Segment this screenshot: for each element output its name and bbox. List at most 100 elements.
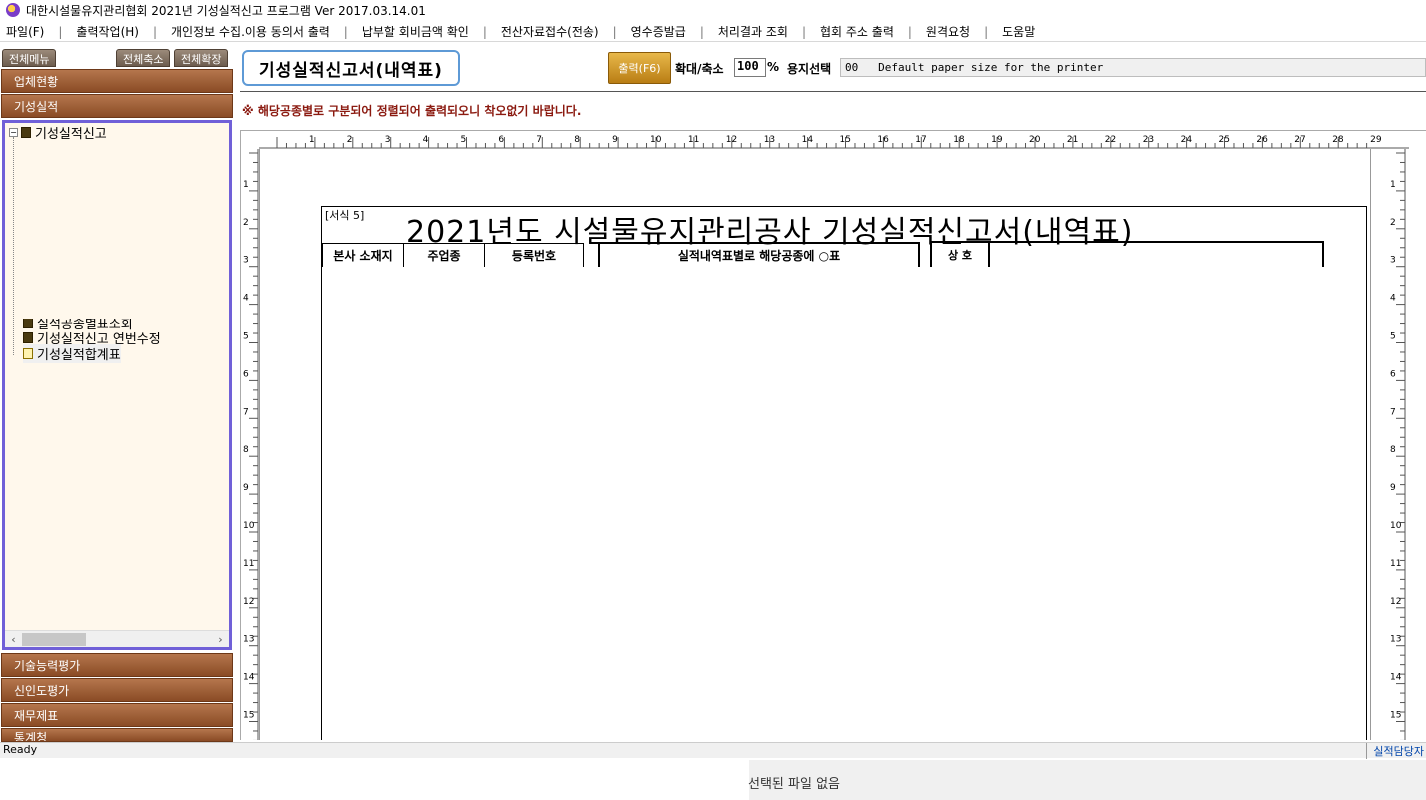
category-tech-capability[interactable]: 기술능력평가 bbox=[1, 653, 233, 677]
ruler-label: 2 bbox=[243, 218, 249, 228]
book-icon bbox=[21, 127, 31, 138]
ruler-label: 8 bbox=[1390, 445, 1396, 455]
ruler-label: 12 bbox=[726, 135, 737, 145]
category-company-status[interactable]: 업체현황 bbox=[1, 69, 233, 93]
ruler-label: 27 bbox=[1294, 135, 1305, 145]
menu-result-query[interactable]: 처리결과 조회 bbox=[718, 23, 788, 40]
ruler-label: 25 bbox=[1219, 135, 1230, 145]
ruler-label: 23 bbox=[1143, 135, 1154, 145]
ruler-label: 10 bbox=[243, 521, 255, 531]
horizontal-ruler: 1 2 3 4 5 6 7 8 9 10 11 12 13 14 15 16 17 18 19 20 21 22 23 24 2… bbox=[259, 135, 1409, 149]
category-statistics[interactable]: 통계청 bbox=[1, 728, 233, 742]
ruler-label: 10 bbox=[650, 135, 662, 145]
ruler-label: 7 bbox=[1390, 407, 1396, 417]
collapse-icon[interactable]: − bbox=[9, 128, 18, 137]
ruler-label: 1 bbox=[243, 180, 249, 190]
ruler-label: 4 bbox=[1390, 294, 1396, 304]
ruler-label: 10 bbox=[1390, 521, 1402, 531]
ruler-label: 9 bbox=[243, 483, 249, 493]
tree-node-label: 기성실적신고 bbox=[35, 127, 107, 142]
ruler-label: 12 bbox=[1390, 597, 1401, 607]
zoom-input[interactable]: 100 bbox=[734, 58, 766, 77]
form-cell: 주업종 bbox=[403, 243, 485, 267]
ruler-label: 26 bbox=[1256, 135, 1268, 145]
ruler-label: 22 bbox=[1105, 135, 1116, 145]
ruler-label: 11 bbox=[243, 559, 254, 569]
menu-remote-request[interactable]: 원격요청 bbox=[926, 23, 970, 40]
ruler-label: 7 bbox=[536, 135, 542, 145]
form-number: [서식 5] bbox=[325, 209, 365, 222]
divider bbox=[240, 91, 1426, 92]
book-icon bbox=[23, 319, 33, 328]
all-menu-tab[interactable]: 전체메뉴 bbox=[2, 49, 57, 67]
menu-help[interactable]: 도움말 bbox=[1002, 23, 1035, 40]
print-button[interactable]: 출력(F6) bbox=[608, 52, 671, 84]
document-icon bbox=[23, 348, 33, 359]
collapse-all-button[interactable]: 전체축소 bbox=[116, 49, 171, 67]
ruler-label: 13 bbox=[764, 135, 775, 145]
ruler-label: 11 bbox=[1390, 559, 1401, 569]
form-frame: [서식 5] 2021년도 시설물유지관리공사 기성실적신고서(내역표) 본사 … bbox=[321, 206, 1367, 740]
ruler-label: 8 bbox=[243, 445, 249, 455]
ruler-label: 19 bbox=[991, 135, 1003, 145]
ruler-label: 16 bbox=[877, 135, 889, 145]
ruler-label: 17 bbox=[915, 135, 926, 145]
ruler-label: 6 bbox=[243, 369, 249, 379]
menu-privacy-consent[interactable]: 개인정보 수집.이용 동의서 출력 bbox=[171, 23, 330, 40]
ruler-label: 8 bbox=[574, 135, 580, 145]
window-title: 대한시설물유지관리협회 2021년 기성실적신고 프로그램 Ver 2017.0… bbox=[26, 3, 426, 18]
tree-node-label: 기성실적합계표 bbox=[37, 348, 121, 363]
tree-node-item-selected[interactable]: 기성실적합계표 bbox=[23, 344, 121, 363]
category-performance[interactable]: 기성실적 bbox=[1, 94, 233, 118]
ruler-label: 15 bbox=[840, 135, 851, 145]
ruler-label: 6 bbox=[1390, 369, 1396, 379]
ruler-label: 28 bbox=[1332, 135, 1344, 145]
category-financial[interactable]: 재무제표 bbox=[1, 703, 233, 727]
preview-page: [서식 5] 2021년도 시설물유지관리공사 기성실적신고서(내역표) 본사 … bbox=[259, 149, 1371, 740]
ruler-label: 1 bbox=[309, 135, 315, 145]
tree-node-root[interactable]: − 기성실적신고 bbox=[9, 123, 107, 142]
form-cell: 상 호 bbox=[930, 241, 990, 267]
ruler-label: 4 bbox=[243, 294, 249, 304]
scroll-left-icon[interactable]: ‹ bbox=[5, 633, 22, 646]
menu-print-job[interactable]: 출력작업(H) bbox=[76, 23, 139, 40]
form-cell-blank bbox=[988, 241, 1324, 267]
zoom-unit: % bbox=[767, 60, 780, 74]
menu-address-print[interactable]: 협회 주소 출력 bbox=[820, 23, 894, 40]
menu-tree: − 기성실적신고 실적공종별표조회 기성실적신고 연번수정 기성실적합계표 ‹ … bbox=[2, 120, 232, 650]
menu-file[interactable]: 파일(F) bbox=[6, 23, 44, 40]
ruler-label: 12 bbox=[243, 597, 254, 607]
ruler-label: 9 bbox=[612, 135, 618, 145]
paper-label: 용지선택 bbox=[787, 62, 832, 76]
ruler-label: 3 bbox=[385, 135, 391, 145]
status-text: Ready bbox=[3, 743, 38, 756]
ruler-label: 5 bbox=[461, 135, 467, 145]
status-bar: Ready 실적담당자 bbox=[0, 742, 1426, 759]
ruler-label: 2 bbox=[1390, 218, 1396, 228]
menu-data-submit[interactable]: 전산자료접수(전송) bbox=[501, 23, 599, 40]
category-credibility[interactable]: 신인도평가 bbox=[1, 678, 233, 702]
ruler-label: 14 bbox=[243, 673, 255, 683]
ruler-label: 14 bbox=[802, 135, 814, 145]
scroll-right-icon[interactable]: › bbox=[212, 633, 229, 646]
expand-all-button[interactable]: 전체확장 bbox=[174, 49, 229, 67]
ruler-label: 5 bbox=[1390, 332, 1396, 342]
book-icon bbox=[23, 332, 33, 343]
notice-text: ※ 해당공종별로 구분되어 정렬되어 출력되오니 착오없기 바랍니다. bbox=[242, 104, 582, 118]
horizontal-scrollbar[interactable]: ‹ › bbox=[5, 630, 229, 647]
ruler-label: 15 bbox=[1390, 711, 1401, 721]
paper-select[interactable]: 00 Default paper size for the printer bbox=[840, 58, 1426, 77]
print-preview[interactable]: 1 2 3 4 5 6 7 8 9 10 11 12 13 14 15 16 17 18 19 20 21 22 23 24 2… bbox=[240, 130, 1426, 740]
ruler-label: 9 bbox=[1390, 483, 1396, 493]
menu-receipt[interactable]: 영수증발급 bbox=[631, 23, 686, 40]
ruler-label: 4 bbox=[423, 135, 429, 145]
ruler-label: 21 bbox=[1067, 135, 1078, 145]
status-user: 실적담당자 bbox=[1366, 743, 1426, 759]
scroll-thumb[interactable] bbox=[22, 633, 86, 646]
ruler-label: 18 bbox=[953, 135, 965, 145]
vertical-ruler-right: 123456789101112131415 bbox=[1390, 149, 1406, 740]
zoom-label: 확대/축소 bbox=[675, 62, 724, 76]
ruler-label: 13 bbox=[1390, 635, 1401, 645]
menu-fee-check[interactable]: 납부할 회비금액 확인 bbox=[362, 23, 469, 40]
vertical-ruler: 123456789101112131415 bbox=[243, 149, 259, 740]
